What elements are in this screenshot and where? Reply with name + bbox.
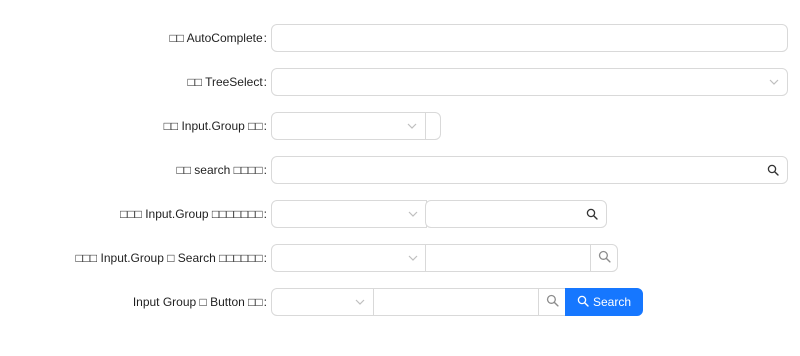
label-colon: : [263, 207, 267, 221]
form-label-text: □□ TreeSelect [187, 75, 263, 89]
form-label: □□□ Input.Group □□□□□□□: [0, 200, 267, 228]
input-group-select[interactable] [271, 112, 426, 140]
chevron-down-icon [408, 253, 418, 263]
group-select[interactable] [271, 244, 427, 272]
label-colon: : [263, 75, 267, 89]
group-search-select[interactable] [425, 200, 607, 228]
form-label-text: □□ search □□□□ [176, 163, 263, 177]
form-label: □□ AutoComplete: [0, 24, 267, 52]
form-row-input-group-search-input: □□□ Input.Group □ Search □□□□□□: [0, 244, 800, 272]
form-row-search: □□ search □□□□: [0, 156, 800, 184]
label-colon: : [263, 251, 267, 265]
label-colon: : [263, 119, 267, 133]
autocomplete-input[interactable] [271, 24, 788, 52]
form-label-text: □□□ Input.Group □□□□□□□ [120, 207, 263, 221]
label-colon: : [263, 31, 267, 45]
form-label-text: □□□ Input.Group □ Search □□□□□□ [75, 251, 263, 265]
search-icon [586, 208, 598, 220]
chevron-down-icon [408, 209, 418, 219]
search-select[interactable] [271, 156, 788, 184]
treeselect-select[interactable] [271, 68, 788, 96]
input-group-input[interactable] [425, 112, 441, 140]
search-input[interactable] [425, 244, 591, 272]
group-select[interactable] [271, 288, 374, 316]
form-row-input-group-search: □□□ Input.Group □□□□□□□: [0, 200, 800, 228]
form-row-autocomplete: □□ AutoComplete: [0, 24, 800, 52]
form-row-input-group-button: Input Group □ Button □□: Search [0, 288, 800, 316]
label-colon: : [263, 163, 267, 177]
search-button[interactable]: Search [565, 288, 643, 316]
search-addon-button[interactable] [538, 288, 566, 316]
form-row-input-group: □□ Input.Group □□: [0, 112, 800, 140]
search-addon-button[interactable] [590, 244, 618, 272]
search-icon [546, 294, 559, 310]
form: □□ AutoComplete: □□ TreeSelect: □□ Input… [0, 0, 800, 356]
form-label: □□ TreeSelect: [0, 68, 267, 96]
form-label-text: □□ Input.Group □□ [163, 119, 263, 133]
search-button-label: Search [592, 295, 632, 309]
text-input[interactable] [373, 288, 539, 316]
form-label: □□□ Input.Group □ Search □□□□□□: [0, 244, 267, 272]
chevron-down-icon [769, 77, 779, 87]
form-label: □□ search □□□□: [0, 156, 267, 184]
form-row-treeselect: □□ TreeSelect: [0, 68, 800, 96]
form-label: □□ Input.Group □□: [0, 112, 267, 140]
search-icon [577, 295, 589, 310]
search-icon [767, 164, 779, 176]
label-colon: : [263, 295, 267, 309]
group-select[interactable] [271, 200, 427, 228]
form-label-text: Input Group □ Button □□ [132, 295, 263, 309]
form-label-text: □□ AutoComplete [169, 31, 263, 45]
chevron-down-icon [355, 297, 365, 307]
search-icon [598, 250, 611, 266]
chevron-down-icon [407, 121, 417, 131]
form-label: Input Group □ Button □□: [0, 288, 267, 316]
